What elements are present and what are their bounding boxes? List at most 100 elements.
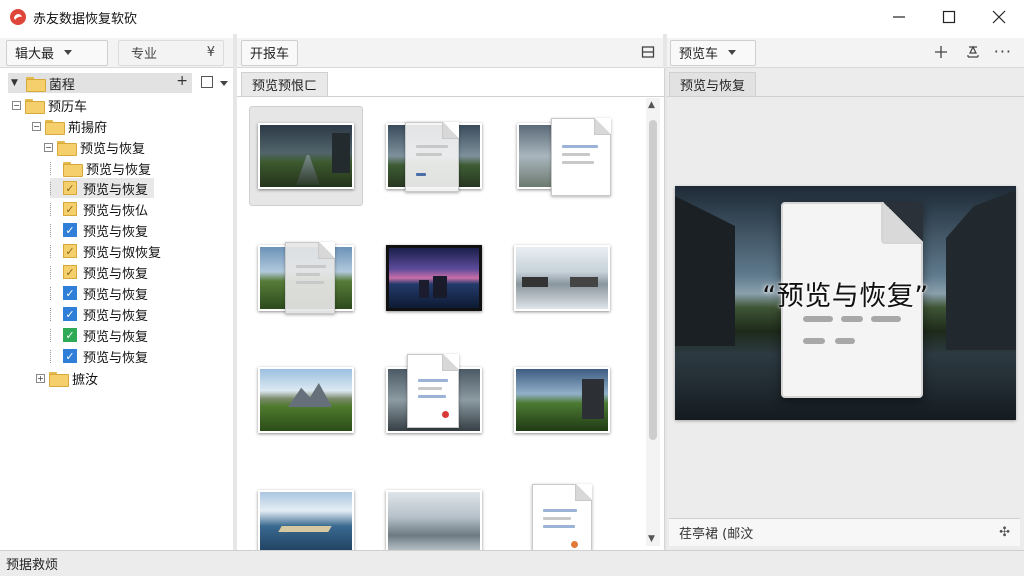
checked-checkbox[interactable]: ✓ bbox=[63, 223, 77, 237]
thumbnail-item[interactable] bbox=[377, 472, 491, 550]
tree-item-label: 预览与恢复 bbox=[83, 350, 149, 366]
preview-dropdown-label: 预览车 bbox=[679, 47, 719, 62]
thumbnail-item[interactable] bbox=[249, 228, 363, 328]
document-icon bbox=[285, 242, 335, 314]
tree-item[interactable]: ✓ 预览与恢复 bbox=[50, 325, 148, 345]
tree-guide bbox=[50, 181, 59, 195]
chevron-down-icon bbox=[64, 50, 73, 55]
folder-icon bbox=[49, 371, 69, 387]
tree-guide bbox=[50, 161, 59, 175]
photo-thumbnail bbox=[258, 490, 354, 550]
tree-item[interactable]: 预览与恢复 bbox=[50, 158, 151, 178]
folder-icon bbox=[63, 161, 83, 177]
tree-root-row[interactable]: ▼ 菌程 + bbox=[8, 73, 192, 93]
export-icon[interactable] bbox=[966, 45, 980, 62]
thumbnail-pane: 预览预恨ㄈ ▲ ▼ bbox=[237, 68, 665, 550]
tree-item[interactable]: ✓ 预览与恢复 bbox=[50, 304, 148, 324]
expand-icon[interactable]: ✣ bbox=[999, 525, 1010, 540]
layout-toggle-icon[interactable] bbox=[641, 45, 655, 62]
pin-icon[interactable] bbox=[934, 45, 948, 62]
thumbnail-item[interactable] bbox=[377, 228, 491, 328]
preview-status: 荏亭裙 (邮汶 ✣ bbox=[669, 518, 1020, 546]
status-bar: 预据救烦 bbox=[0, 550, 1024, 576]
tab-open[interactable]: 开报车 bbox=[241, 39, 299, 66]
thumbnail-item[interactable] bbox=[505, 350, 619, 450]
tree-item-label: 预览与恢复 bbox=[83, 266, 149, 282]
pro-label: 专业 bbox=[131, 47, 158, 62]
tree-item[interactable]: ✓ 预览与恢仏 bbox=[50, 199, 148, 219]
tree-item-label: 预览与恢复 bbox=[86, 162, 152, 178]
folder-icon bbox=[45, 119, 65, 135]
folder-icon bbox=[25, 98, 45, 114]
tree-item[interactable]: − 预历车 bbox=[12, 95, 87, 115]
thumbnail-item[interactable] bbox=[505, 106, 619, 206]
tree-item[interactable]: ✓ 预览与恢复 bbox=[50, 283, 148, 303]
more-icon[interactable]: ··· bbox=[994, 42, 1012, 61]
tree-item[interactable]: ✓ 预览与恢复 bbox=[50, 346, 148, 366]
checked-checkbox[interactable]: ✓ bbox=[63, 349, 77, 363]
thumbnail-item[interactable] bbox=[249, 472, 363, 550]
collapse-icon[interactable]: − bbox=[12, 100, 21, 110]
close-icon bbox=[992, 10, 1006, 24]
pro-button[interactable]: 专业 ¥ bbox=[118, 39, 224, 66]
preview-pane: 预览与恢复 “预览与恢复” 荏亭裙 (邮汶 ✣ bbox=[667, 68, 1024, 550]
tree-item[interactable]: − 预览与恢复 bbox=[44, 137, 145, 157]
scroll-up-icon[interactable]: ▲ bbox=[648, 100, 655, 110]
tree-item[interactable]: ✓ 预览与怓恢复 bbox=[50, 241, 161, 261]
tab-preview-recover[interactable]: 预览与恢复 bbox=[669, 72, 757, 96]
checked-checkbox[interactable]: ✓ bbox=[63, 286, 77, 300]
thumbnail-scrollbar[interactable]: ▲ ▼ bbox=[646, 98, 660, 546]
tree-item-label: 预览与恢复 bbox=[83, 308, 149, 324]
thumbnail-item[interactable] bbox=[505, 472, 619, 550]
add-icon[interactable]: + bbox=[176, 73, 188, 89]
tree-guide bbox=[50, 307, 59, 321]
scroll-down-icon[interactable]: ▼ bbox=[648, 534, 655, 544]
minimize-button[interactable] bbox=[874, 0, 924, 34]
photo-thumbnail bbox=[386, 490, 482, 550]
tree-guide bbox=[50, 349, 59, 363]
collapse-icon[interactable]: − bbox=[32, 121, 41, 131]
folder-tree-pane: ▼ 菌程 + − 预历车 − 荊揚府 − 预览与恢复 预览与恢复 ✓ 预览与恢复… bbox=[0, 68, 236, 550]
thumbnail-item[interactable] bbox=[377, 350, 491, 450]
checked-checkbox[interactable]: ✓ bbox=[63, 307, 77, 321]
expand-icon[interactable]: + bbox=[36, 373, 45, 383]
collapse-icon[interactable]: − bbox=[44, 142, 53, 152]
tree-item-selected[interactable]: ✓ 预览与恢复 bbox=[50, 178, 155, 198]
thumbnail-item[interactable] bbox=[249, 106, 363, 206]
chevron-down-icon[interactable] bbox=[220, 81, 228, 86]
tree-item[interactable]: − 荊揚府 bbox=[32, 116, 107, 136]
tree-item[interactable]: ✓ 预览与恢复 bbox=[50, 220, 148, 240]
tree-item-label: 预览与恢复 bbox=[80, 141, 146, 157]
scrollbar-thumb[interactable] bbox=[649, 120, 657, 440]
thumbnail-item[interactable] bbox=[249, 350, 363, 450]
thumbnail-item[interactable] bbox=[377, 106, 491, 206]
partial-checkbox[interactable]: ✓ bbox=[63, 265, 77, 279]
tree-guide bbox=[50, 286, 59, 300]
tab-preview-list[interactable]: 预览预恨ㄈ bbox=[241, 72, 329, 96]
partial-checkbox[interactable]: ✓ bbox=[63, 202, 77, 216]
select-all-checkbox[interactable] bbox=[201, 76, 213, 88]
currency-icon: ¥ bbox=[206, 45, 215, 60]
thumbnail-item[interactable] bbox=[505, 228, 619, 328]
document-icon bbox=[551, 118, 611, 196]
photo-thumbnail bbox=[514, 245, 610, 311]
folder-icon bbox=[25, 76, 46, 92]
tree-item[interactable]: ✓ 预览与恢复 bbox=[50, 262, 148, 282]
document-icon bbox=[407, 354, 459, 428]
maximize-button[interactable] bbox=[924, 0, 974, 34]
partial-checkbox[interactable]: ✓ bbox=[63, 244, 77, 258]
right-toolbar: 预览车 ··· bbox=[667, 38, 1024, 68]
preview-dropdown[interactable]: 预览车 bbox=[670, 39, 756, 66]
app-logo-icon bbox=[9, 8, 27, 26]
tree-guide bbox=[50, 265, 59, 279]
checked-checkbox[interactable]: ✓ bbox=[63, 328, 77, 342]
tree-item-label: 荊揚府 bbox=[68, 120, 108, 136]
photo-thumbnail bbox=[258, 123, 354, 189]
tree-item[interactable]: + 摭汝 bbox=[36, 368, 98, 388]
caret-down-icon: ▼ bbox=[11, 78, 18, 88]
close-button[interactable] bbox=[974, 0, 1024, 34]
window-title: 赤友数据恢复软砍 bbox=[33, 11, 138, 27]
tree-item-label: 预览与恢复 bbox=[83, 329, 149, 345]
mode-dropdown[interactable]: 辑大最 bbox=[6, 39, 108, 66]
partial-checkbox[interactable]: ✓ bbox=[63, 181, 77, 195]
